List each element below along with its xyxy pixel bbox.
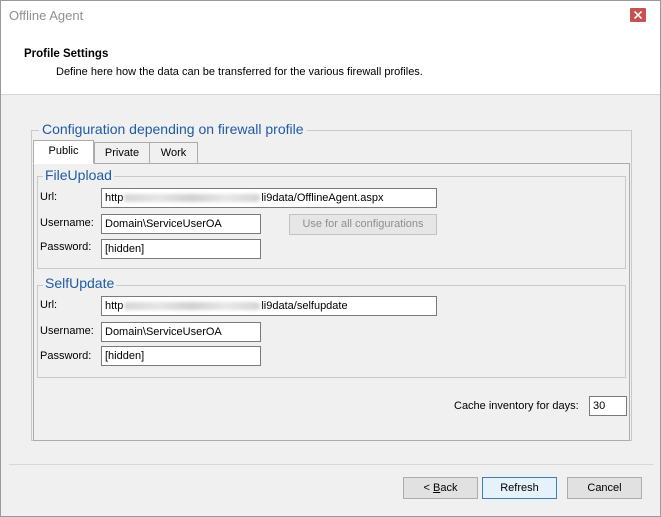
title-bar: Offline Agent (1, 1, 660, 32)
cache-days-label: Cache inventory for days: (454, 400, 579, 412)
self-update-url-label: Url: (40, 299, 58, 311)
redacted-host (124, 302, 261, 311)
use-for-all-configurations-button[interactable]: Use for all configurations (289, 214, 437, 235)
self-update-url-prefix: http (105, 300, 124, 312)
file-upload-url-input[interactable]: http li9data/OfflineAgent.aspx (101, 188, 437, 208)
file-upload-username-label: Username: (40, 217, 94, 229)
footer-divider (9, 464, 654, 465)
self-update-password-input[interactable]: [hidden] (101, 346, 261, 366)
close-icon (634, 11, 642, 19)
back-button[interactable]: < Back (403, 477, 478, 499)
close-button[interactable] (630, 8, 646, 22)
tab-public[interactable]: Public (33, 140, 94, 164)
page-title: Profile Settings (24, 48, 109, 60)
window-title: Offline Agent (9, 8, 84, 23)
self-update-username-input[interactable]: Domain\ServiceUserOA (101, 322, 261, 342)
back-rest: ack (440, 482, 458, 494)
file-upload-url-label: Url: (40, 191, 58, 203)
page-description: Define here how the data can be transfer… (56, 66, 423, 78)
tab-private[interactable]: Private (94, 142, 150, 164)
self-update-url-suffix: li9data/selfupdate (261, 300, 348, 312)
self-update-username-label: Username: (40, 325, 94, 337)
file-upload-username-input[interactable]: Domain\ServiceUserOA (101, 214, 261, 234)
redacted-host (124, 194, 261, 203)
back-prefix: < (423, 482, 433, 494)
tab-work[interactable]: Work (149, 142, 198, 164)
file-upload-title: FileUpload (43, 167, 114, 183)
self-update-password-label: Password: (40, 350, 92, 362)
file-upload-password-input[interactable]: [hidden] (101, 239, 261, 259)
file-upload-url-prefix: http (105, 192, 124, 204)
self-update-url-input[interactable]: http li9data/selfupdate (101, 296, 437, 316)
cache-days-input[interactable]: 30 (589, 396, 627, 416)
cancel-button[interactable]: Cancel (567, 477, 642, 499)
tab-panel-public: FileUpload Url: http li9data/OfflineAgent… (33, 163, 630, 441)
config-group-title: Configuration depending on firewall prof… (39, 121, 307, 137)
file-upload-url-suffix: li9data/OfflineAgent.aspx (261, 192, 384, 204)
offline-agent-window: Offline Agent Profile Settings Define he… (0, 0, 661, 517)
refresh-button[interactable]: Refresh (482, 477, 557, 499)
header-panel: Profile Settings Define here how the dat… (1, 32, 660, 95)
self-update-title: SelfUpdate (43, 275, 117, 291)
file-upload-password-label: Password: (40, 241, 92, 253)
